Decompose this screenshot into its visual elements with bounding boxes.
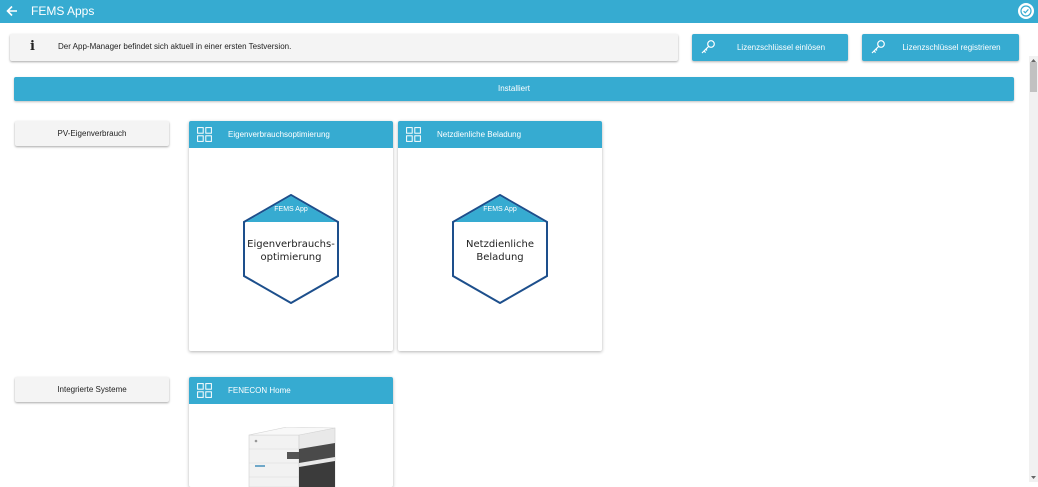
app-logo-line1: Eigenverbrauchs- (247, 239, 335, 250)
info-text: Der App-Manager befindet sich aktuell in… (58, 42, 292, 51)
apps-grid-icon (197, 383, 212, 398)
app-card-body (189, 404, 393, 487)
app-card-body: FEMS App Netzdienliche Beladung (398, 148, 602, 351)
register-license-label: Lizenzschlüssel registrieren (902, 43, 1001, 52)
register-license-button[interactable]: Lizenzschlüssel registrieren (862, 34, 1019, 61)
app-logo: FEMS App Eigenverbrauchs- optimierung (243, 193, 339, 305)
app-card-body: FEMS App Eigenverbrauchs- optimierung (189, 148, 393, 351)
arrow-left-icon[interactable] (5, 2, 19, 20)
app-logo-badge: FEMS App (483, 206, 517, 213)
app-card-title: Netzdienliche Beladung (437, 130, 522, 139)
app-logo-line2: optimierung (260, 252, 322, 263)
top-toolbar: FEMS Apps (0, 0, 1038, 23)
check-circle-icon[interactable] (1018, 3, 1034, 19)
apps-grid-icon (197, 127, 212, 142)
redeem-license-button[interactable]: Lizenzschlüssel einlösen (692, 34, 848, 61)
category-pv-eigenverbrauch-button[interactable]: PV-Eigenverbrauch (15, 121, 169, 146)
app-card-fenecon-home[interactable]: FENECON Home (189, 377, 393, 487)
page-title: FEMS Apps (31, 4, 95, 18)
installed-button[interactable]: Installiert (14, 77, 1014, 101)
scroll-down-arrow-icon[interactable] (1029, 473, 1038, 482)
vertical-scrollbar[interactable] (1029, 56, 1038, 482)
app-card-header: FENECON Home (189, 377, 393, 404)
app-logo-line2: Beladung (476, 252, 524, 263)
app-card-netzdienliche-beladung[interactable]: Netzdienliche Beladung FEMS App Netzdien… (398, 121, 602, 351)
info-banner: i Der App-Manager befindet sich aktuell … (10, 34, 678, 61)
app-logo: FEMS App Netzdienliche Beladung (452, 193, 548, 305)
app-logo-badge: FEMS App (274, 206, 308, 213)
redeem-license-label: Lizenzschlüssel einlösen (736, 43, 826, 52)
app-card-eigenverbrauchsoptimierung[interactable]: Eigenverbrauchsoptimierung FEMS App Eige… (189, 121, 393, 351)
app-card-title: Eigenverbrauchsoptimierung (228, 130, 330, 139)
app-logo-line1: Netzdienliche (466, 239, 534, 250)
battery-system-image (248, 427, 336, 487)
app-card-title: FENECON Home (228, 386, 291, 395)
app-card-header: Netzdienliche Beladung (398, 121, 602, 148)
category-integrierte-systeme-button[interactable]: Integrierte Systeme (15, 377, 169, 402)
app-card-header: Eigenverbrauchsoptimierung (189, 121, 393, 148)
scrollbar-thumb[interactable] (1030, 62, 1037, 92)
apps-grid-icon (406, 127, 421, 142)
info-icon: i (30, 39, 35, 54)
